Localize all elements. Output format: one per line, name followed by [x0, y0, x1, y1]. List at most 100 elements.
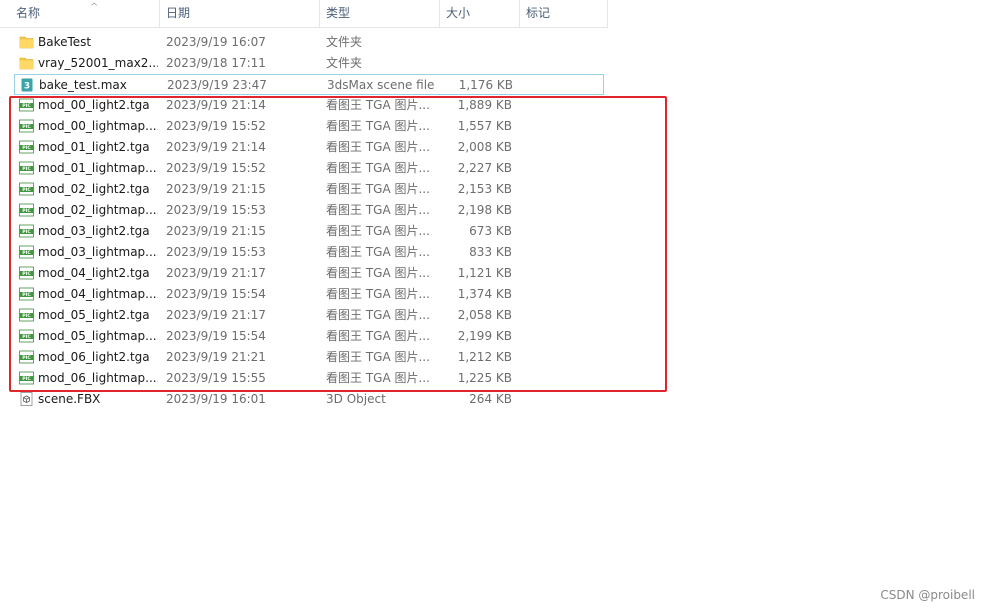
svg-text:PIC: PIC: [22, 334, 31, 340]
file-size: 1,176 KB: [458, 78, 513, 92]
folder-icon: [19, 35, 34, 49]
file-row[interactable]: PIC mod_00_light2.tga 2023/9/19 21:14 看图王 T…: [14, 95, 604, 116]
column-header-name-label: 名称: [16, 6, 41, 20]
file-row[interactable]: vray_52001_max2... 2023/9/18 17:11 文件夹: [14, 53, 604, 74]
file-size: 2,199 KB: [457, 329, 512, 343]
file-name: mod_00_light2.tga: [38, 98, 150, 112]
pic-file-icon: PIC: [19, 266, 34, 280]
column-header-size-label: 大小: [446, 6, 471, 20]
svg-text:3: 3: [24, 82, 30, 92]
file-row[interactable]: PIC mod_01_light2.tga 2023/9/19 21:14 看图王 T…: [14, 137, 604, 158]
file-row[interactable]: PIC mod_02_lightmap.... 2023/9/19 15:53 看图王…: [14, 200, 604, 221]
file-type: 看图王 TGA 图片...: [326, 224, 430, 238]
file-size: 833 KB: [469, 245, 512, 259]
file-row[interactable]: PIC mod_00_lightmap.... 2023/9/19 15:52 看图王…: [14, 116, 604, 137]
file-size: 2,227 KB: [457, 161, 512, 175]
file-size: 1,212 KB: [457, 350, 512, 364]
3dsmax-file-icon: 3: [20, 78, 35, 92]
svg-text:PIC: PIC: [22, 376, 31, 382]
file-type: 3dsMax scene file: [327, 78, 435, 92]
file-size: 1,889 KB: [457, 98, 512, 112]
svg-text:PIC: PIC: [22, 187, 31, 193]
file-type: 看图王 TGA 图片...: [326, 161, 430, 175]
file-name: bake_test.max: [39, 78, 127, 92]
file-date: 2023/9/19 21:14: [166, 98, 266, 112]
file-name: mod_06_light2.tga: [38, 350, 150, 364]
file-size: 2,058 KB: [457, 308, 512, 322]
file-row[interactable]: PIC mod_06_lightmap.... 2023/9/19 15:55 看图王…: [14, 368, 604, 389]
file-type: 看图王 TGA 图片...: [326, 98, 430, 112]
file-name: mod_02_lightmap....: [38, 203, 158, 217]
file-row[interactable]: BakeTest 2023/9/19 16:07 文件夹: [14, 32, 604, 53]
pic-file-icon: PIC: [19, 350, 34, 364]
file-row[interactable]: PIC mod_01_lightmap.... 2023/9/19 15:52 看图王…: [14, 158, 604, 179]
file-row[interactable]: PIC mod_04_light2.tga 2023/9/19 21:17 看图王 T…: [14, 263, 604, 284]
file-name: mod_06_lightmap....: [38, 371, 158, 385]
column-header-type-label: 类型: [326, 6, 351, 20]
pic-file-icon: PIC: [19, 182, 34, 196]
file-row[interactable]: PIC mod_02_light2.tga 2023/9/19 21:15 看图王 T…: [14, 179, 604, 200]
file-size: 264 KB: [469, 392, 512, 406]
file-row[interactable]: PIC mod_03_lightmap.... 2023/9/19 15:53 看图王…: [14, 242, 604, 263]
svg-text:PIC: PIC: [22, 355, 31, 361]
file-date: 2023/9/18 17:11: [166, 56, 266, 70]
file-date: 2023/9/19 21:17: [166, 308, 266, 322]
pic-file-icon: PIC: [19, 371, 34, 385]
file-date: 2023/9/19 16:07: [166, 35, 266, 49]
file-row[interactable]: PIC mod_05_lightmap.... 2023/9/19 15:54 看图王…: [14, 326, 604, 347]
file-size: 673 KB: [469, 224, 512, 238]
file-row[interactable]: PIC mod_06_light2.tga 2023/9/19 21:21 看图王 T…: [14, 347, 604, 368]
file-type: 看图王 TGA 图片...: [326, 119, 430, 133]
column-header-size[interactable]: 大小: [440, 0, 520, 27]
file-row[interactable]: PIC mod_04_lightmap.... 2023/9/19 15:54 看图王…: [14, 284, 604, 305]
file-size: 1,121 KB: [457, 266, 512, 280]
pic-file-icon: PIC: [19, 224, 34, 238]
file-name: mod_04_light2.tga: [38, 266, 150, 280]
file-size: 1,374 KB: [457, 287, 512, 301]
svg-text:PIC: PIC: [22, 166, 31, 172]
pic-file-icon: PIC: [19, 140, 34, 154]
file-name: vray_52001_max2...: [38, 56, 158, 70]
file-date: 2023/9/19 21:21: [166, 350, 266, 364]
svg-text:PIC: PIC: [22, 313, 31, 319]
file-type: 看图王 TGA 图片...: [326, 266, 430, 280]
svg-text:PIC: PIC: [22, 145, 31, 151]
file-row[interactable]: 3 bake_test.max 2023/9/19 23:47 3dsMax scen…: [14, 74, 604, 95]
file-name: mod_01_lightmap....: [38, 161, 158, 175]
file-date: 2023/9/19 23:47: [167, 78, 267, 92]
svg-text:PIC: PIC: [22, 292, 31, 298]
pic-file-icon: PIC: [19, 119, 34, 133]
file-row[interactable]: scene.FBX 2023/9/19 16:01 3D Object 264 KB: [14, 389, 604, 410]
column-header: 名称 ^ 日期 类型 大小 标记: [0, 0, 608, 28]
column-header-tags[interactable]: 标记: [520, 0, 608, 27]
file-date: 2023/9/19 15:53: [166, 245, 266, 259]
svg-text:PIC: PIC: [22, 271, 31, 277]
file-name: mod_02_light2.tga: [38, 182, 150, 196]
file-row[interactable]: PIC mod_05_light2.tga 2023/9/19 21:17 看图王 T…: [14, 305, 604, 326]
file-name: mod_05_light2.tga: [38, 308, 150, 322]
file-size: 1,557 KB: [457, 119, 512, 133]
column-header-type[interactable]: 类型: [320, 0, 440, 27]
file-name: mod_00_lightmap....: [38, 119, 158, 133]
file-type: 看图王 TGA 图片...: [326, 182, 430, 196]
file-row[interactable]: PIC mod_03_light2.tga 2023/9/19 21:15 看图王 T…: [14, 221, 604, 242]
file-size: 2,008 KB: [457, 140, 512, 154]
svg-text:PIC: PIC: [22, 250, 31, 256]
file-size: 2,198 KB: [457, 203, 512, 217]
file-type: 文件夹: [326, 35, 363, 49]
pic-file-icon: PIC: [19, 245, 34, 259]
column-header-tags-label: 标记: [526, 6, 551, 20]
column-header-date[interactable]: 日期: [160, 0, 320, 27]
file-date: 2023/9/19 15:54: [166, 287, 266, 301]
column-header-name[interactable]: 名称 ^: [10, 0, 160, 27]
sort-ascending-icon: ^: [90, 2, 99, 13]
file-type: 看图王 TGA 图片...: [326, 203, 430, 217]
file-date: 2023/9/19 16:01: [166, 392, 266, 406]
file-type: 文件夹: [326, 56, 363, 70]
file-date: 2023/9/19 15:53: [166, 203, 266, 217]
pic-file-icon: PIC: [19, 329, 34, 343]
file-type: 看图王 TGA 图片...: [326, 308, 430, 322]
pic-file-icon: PIC: [19, 203, 34, 217]
file-type: 看图王 TGA 图片...: [326, 329, 430, 343]
file-name: scene.FBX: [38, 392, 101, 406]
